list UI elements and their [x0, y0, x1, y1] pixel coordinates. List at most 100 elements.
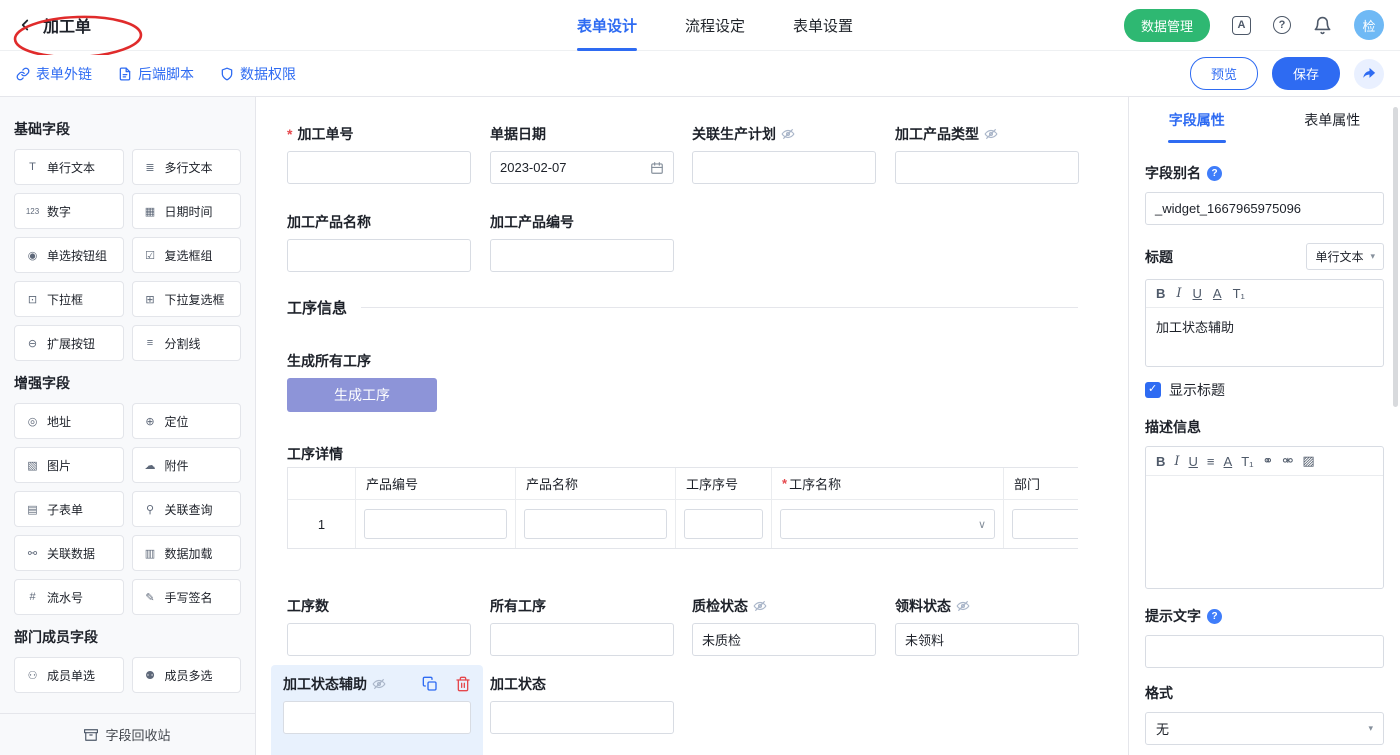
help-icon[interactable] — [1207, 166, 1222, 181]
save-button[interactable]: 保存 — [1272, 57, 1340, 90]
cell-department-input[interactable] — [1012, 509, 1078, 539]
chip-dropdown[interactable]: ⊡下拉框 — [14, 281, 124, 317]
data-manage-button[interactable]: 数据管理 — [1124, 9, 1210, 42]
italic-icon[interactable]: I — [1174, 454, 1179, 469]
help-icon[interactable] — [1207, 609, 1222, 624]
chip-divider[interactable]: ≡分割线 — [132, 325, 242, 361]
font-size-icon[interactable]: T₁ — [1233, 286, 1245, 301]
font-color-icon[interactable]: A — [1213, 286, 1222, 301]
chip-single-line-text[interactable]: T单行文本 — [14, 149, 124, 185]
product-code-input[interactable] — [490, 239, 674, 272]
chip-linked-data[interactable]: ⚯关联数据 — [14, 535, 124, 571]
back-button[interactable] — [16, 16, 34, 34]
chip-checkbox-group[interactable]: ☑复选框组 — [132, 237, 242, 273]
chip-multi-line-text[interactable]: ≣多行文本 — [132, 149, 242, 185]
field-date[interactable]: 单据日期 2023-02-07 — [490, 125, 674, 184]
all-process-input[interactable] — [490, 623, 674, 656]
production-plan-input[interactable] — [692, 151, 876, 184]
delete-field-button[interactable] — [455, 676, 471, 692]
field-process-count[interactable]: 工序数 — [287, 597, 471, 656]
chip-address[interactable]: ◎地址 — [14, 403, 124, 439]
link-icon[interactable]: ⚭ — [1263, 453, 1274, 469]
field-status-aux-selected[interactable]: 加工状态辅助 — [271, 665, 483, 755]
product-type-input[interactable] — [895, 151, 1079, 184]
field-product-name[interactable]: 加工产品名称 — [287, 213, 471, 272]
tab-flow-settings[interactable]: 流程设定 — [685, 0, 745, 51]
cell-process-seq-input[interactable] — [684, 509, 763, 539]
duplicate-field-button[interactable] — [422, 676, 438, 692]
underline-icon[interactable]: U — [1193, 286, 1202, 301]
backend-script-button[interactable]: 后端脚本 — [118, 64, 194, 84]
chip-number[interactable]: 123数字 — [14, 193, 124, 229]
field-recycle-station[interactable]: 字段回收站 — [0, 713, 255, 755]
show-title-checkbox-row[interactable]: 显示标题 — [1145, 380, 1384, 400]
chip-image[interactable]: ▧图片 — [14, 447, 124, 483]
process-status-input[interactable] — [490, 701, 674, 734]
qc-status-input[interactable]: 未质检 — [692, 623, 876, 656]
date-input[interactable]: 2023-02-07 — [490, 151, 674, 184]
underline-icon[interactable]: U — [1189, 454, 1198, 469]
format-select[interactable]: 无 — [1145, 712, 1384, 745]
process-count-input[interactable] — [287, 623, 471, 656]
tab-form-properties[interactable]: 表单属性 — [1265, 97, 1400, 143]
chip-radio-group[interactable]: ◉单选按钮组 — [14, 237, 124, 273]
data-permission-label: 数据权限 — [240, 64, 296, 84]
field-all-process[interactable]: 所有工序 — [490, 597, 674, 656]
cell-process-name-select[interactable] — [780, 509, 995, 539]
chip-linked-query[interactable]: ⚲关联查询 — [132, 491, 242, 527]
chip-subform[interactable]: ▤子表单 — [14, 491, 124, 527]
share-button[interactable] — [1354, 59, 1384, 89]
chip-extend-button[interactable]: ⊖扩展按钮 — [14, 325, 124, 361]
chip-data-load[interactable]: ▥数据加载 — [132, 535, 242, 571]
help-icon[interactable] — [1273, 16, 1291, 34]
chip-datetime[interactable]: ▦日期时间 — [132, 193, 242, 229]
widget-type-select[interactable]: 单行文本 — [1306, 243, 1384, 270]
product-name-input[interactable] — [287, 239, 471, 272]
description-editor-content[interactable] — [1146, 476, 1383, 588]
field-order-no[interactable]: *加工单号 — [287, 125, 471, 184]
bold-icon[interactable]: B — [1156, 454, 1165, 469]
external-link-button[interactable]: 表单外链 — [16, 64, 92, 84]
title-editor-content[interactable]: 加工状态辅助 — [1146, 308, 1383, 366]
form-canvas[interactable]: *加工单号 单据日期 2023-02-07 关联生产计划 加工产品类型 加工产品… — [256, 97, 1128, 755]
status-aux-input[interactable] — [283, 701, 471, 734]
field-process-status[interactable]: 加工状态 — [490, 675, 674, 734]
tab-field-properties[interactable]: 字段属性 — [1129, 97, 1265, 143]
field-qc-status[interactable]: 质检状态 未质检 — [692, 597, 876, 656]
chip-attachment[interactable]: ☁附件 — [132, 447, 242, 483]
field-generate-all[interactable]: 生成所有工序 生成工序 — [287, 352, 487, 412]
preview-button[interactable]: 预览 — [1190, 57, 1258, 90]
font-size-icon[interactable]: T₁ — [1241, 454, 1253, 469]
field-production-plan[interactable]: 关联生产计划 — [692, 125, 876, 184]
generate-process-button[interactable]: 生成工序 — [287, 378, 437, 412]
chip-location[interactable]: ⊕定位 — [132, 403, 242, 439]
order-no-input[interactable] — [287, 151, 471, 184]
tab-form-settings[interactable]: 表单设置 — [793, 0, 853, 51]
image-icon[interactable]: ▨ — [1302, 453, 1314, 469]
panel-scrollbar[interactable] — [1393, 107, 1398, 407]
italic-icon[interactable]: I — [1176, 286, 1181, 301]
field-material-status[interactable]: 领料状态 未领料 — [895, 597, 1079, 656]
material-status-input[interactable]: 未领料 — [895, 623, 1079, 656]
cell-product-code-input[interactable] — [364, 509, 507, 539]
hint-input[interactable] — [1145, 635, 1384, 668]
field-product-type[interactable]: 加工产品类型 — [895, 125, 1079, 184]
translate-icon[interactable] — [1232, 16, 1251, 35]
chip-dropdown-multi[interactable]: ⊞下拉复选框 — [132, 281, 242, 317]
tab-form-design[interactable]: 表单设计 — [577, 0, 637, 51]
font-color-icon[interactable]: A — [1224, 454, 1233, 469]
chip-member-multi[interactable]: ⚉成员多选 — [132, 657, 242, 693]
checkbox-checked-icon[interactable] — [1145, 382, 1161, 398]
bold-icon[interactable]: B — [1156, 286, 1165, 301]
unlink-icon[interactable]: ⚮ — [1282, 453, 1293, 469]
cell-product-name-input[interactable] — [524, 509, 667, 539]
chip-serial-number[interactable]: #流水号 — [14, 579, 124, 615]
field-product-code[interactable]: 加工产品编号 — [490, 213, 674, 272]
alias-input[interactable]: _widget_1667965975096 — [1145, 192, 1384, 225]
data-permission-button[interactable]: 数据权限 — [220, 64, 296, 84]
list-icon[interactable]: ≡ — [1207, 454, 1215, 469]
avatar[interactable]: 检 — [1354, 10, 1384, 40]
notification-bell-icon[interactable] — [1313, 16, 1332, 35]
chip-member-single[interactable]: ⚇成员单选 — [14, 657, 124, 693]
chip-signature[interactable]: ✎手写签名 — [132, 579, 242, 615]
